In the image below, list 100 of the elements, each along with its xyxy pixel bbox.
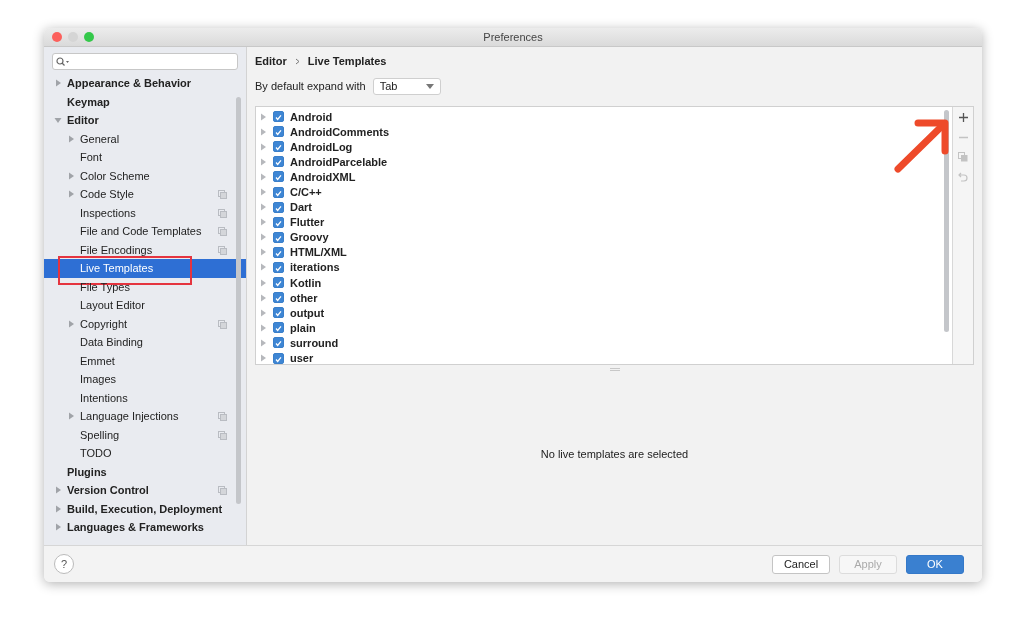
zoom-button[interactable] xyxy=(84,32,94,42)
template-group-name[interactable]: other xyxy=(290,291,318,304)
sidebar-item[interactable]: Spelling xyxy=(44,425,246,444)
undo-icon xyxy=(958,172,968,182)
sidebar-item[interactable]: Intentions xyxy=(44,388,246,407)
expand-arrow-icon[interactable] xyxy=(67,171,75,180)
expand-arrow-icon[interactable] xyxy=(67,319,75,328)
template-group-name[interactable]: Kotlin xyxy=(290,276,322,289)
sidebar-item[interactable]: Color Scheme xyxy=(44,166,246,185)
expand-arrow-icon[interactable] xyxy=(54,486,62,495)
dropdown-caret-icon xyxy=(425,83,434,89)
sidebar-item[interactable]: Plugins xyxy=(44,462,246,481)
sidebar-item[interactable]: Layout Editor xyxy=(44,296,246,315)
sidebar-item[interactable]: Images xyxy=(44,370,246,389)
expand-arrow-icon[interactable] xyxy=(259,233,267,242)
expand-arrow-icon[interactable] xyxy=(259,157,267,166)
template-group-name[interactable]: Groovy xyxy=(290,231,329,244)
sidebar-item[interactable]: Emmet xyxy=(44,351,246,370)
help-button[interactable]: ? xyxy=(54,554,74,574)
expand-arrow-icon[interactable] xyxy=(54,504,62,513)
splitter-handle[interactable] xyxy=(609,367,620,371)
sidebar-item[interactable]: Data Binding xyxy=(44,333,246,352)
checkbox[interactable] xyxy=(273,277,284,289)
checkbox[interactable] xyxy=(273,307,284,319)
template-group-name[interactable]: user xyxy=(290,352,314,365)
expand-arrow-icon[interactable] xyxy=(259,354,267,363)
expand-arrow-icon[interactable] xyxy=(67,134,75,143)
checkbox[interactable] xyxy=(273,337,284,349)
scrollbar[interactable] xyxy=(236,97,241,504)
sidebar-item[interactable]: File Encodings xyxy=(44,240,246,259)
expand-arrow-icon[interactable] xyxy=(67,190,75,199)
template-group-name[interactable]: AndroidParcelable xyxy=(290,155,388,168)
sidebar-item[interactable]: Version Control xyxy=(44,481,246,500)
collapse-arrow-icon[interactable] xyxy=(54,116,62,125)
sidebar-item[interactable]: Code Style xyxy=(44,185,246,204)
expand-arrow-icon[interactable] xyxy=(259,248,267,257)
search-field[interactable] xyxy=(52,53,238,70)
expand-arrow-icon[interactable] xyxy=(259,293,267,302)
sidebar-item[interactable]: Copyright xyxy=(44,314,246,333)
checkbox[interactable] xyxy=(273,216,284,228)
expand-arrow-icon[interactable] xyxy=(67,412,75,421)
template-group-name[interactable]: plain xyxy=(290,321,316,334)
template-group-name[interactable]: Dart xyxy=(290,201,312,214)
chevron-icon xyxy=(294,57,300,65)
template-group-name[interactable]: AndroidXML xyxy=(290,170,356,183)
sidebar-item[interactable]: Inspections xyxy=(44,203,246,222)
sidebar-item[interactable]: Keymap xyxy=(44,92,246,111)
checkbox[interactable] xyxy=(273,186,284,198)
expand-arrow-icon[interactable] xyxy=(259,142,267,151)
dialog-button[interactable]: Cancel xyxy=(772,554,830,574)
expand-arrow-icon[interactable] xyxy=(259,188,267,196)
expand-arrow-icon[interactable] xyxy=(259,172,267,181)
sidebar-item[interactable]: General xyxy=(44,129,246,148)
sidebar-item[interactable]: Font xyxy=(44,148,246,167)
expand-arrow-icon[interactable] xyxy=(259,263,267,272)
search-icon xyxy=(56,57,70,66)
expand-arrow-icon[interactable] xyxy=(54,523,62,532)
checkbox[interactable] xyxy=(273,246,284,258)
expand-dropdown[interactable]: Tab xyxy=(372,77,441,95)
sidebar-item[interactable]: File and Code Templates xyxy=(44,222,246,241)
sidebar-item[interactable]: Language Injections xyxy=(44,407,246,426)
template-group-name[interactable]: AndroidComments xyxy=(290,125,389,138)
expand-arrow-icon[interactable] xyxy=(259,308,267,317)
expand-arrow-icon[interactable] xyxy=(259,203,267,212)
template-group-name[interactable]: iterations xyxy=(290,261,340,274)
checkbox[interactable] xyxy=(273,171,284,183)
checkbox[interactable] xyxy=(273,111,284,123)
template-group-name[interactable]: Android xyxy=(290,110,333,123)
template-group-name[interactable]: output xyxy=(290,306,325,319)
checkbox[interactable] xyxy=(273,322,284,334)
checkbox[interactable] xyxy=(273,352,284,364)
template-group-name[interactable]: AndroidLog xyxy=(290,140,353,153)
sidebar-item[interactable]: Build, Execution, Deployment xyxy=(44,499,246,518)
sidebar-item[interactable]: Appearance & Behavior xyxy=(44,74,246,93)
checkbox[interactable] xyxy=(273,231,284,243)
expand-arrow-icon[interactable] xyxy=(54,79,62,88)
template-group-name[interactable]: surround xyxy=(290,336,339,349)
expand-arrow-icon[interactable] xyxy=(259,112,267,121)
sidebar-item[interactable]: Languages & Frameworks xyxy=(44,518,246,537)
sidebar-item[interactable]: Live Templates xyxy=(44,259,246,278)
close-button[interactable] xyxy=(52,32,62,42)
scrollbar[interactable] xyxy=(944,110,949,332)
expand-arrow-icon[interactable] xyxy=(259,338,267,347)
expand-arrow-icon[interactable] xyxy=(259,278,267,287)
dialog-button[interactable]: OK xyxy=(906,554,964,574)
checkbox[interactable] xyxy=(273,126,284,138)
template-group-name[interactable]: HTML/XML xyxy=(290,246,347,259)
checkbox[interactable] xyxy=(273,201,284,213)
checkbox[interactable] xyxy=(273,262,284,273)
sidebar-item[interactable]: TODO xyxy=(44,444,246,463)
sidebar-item[interactable]: Editor xyxy=(44,111,246,130)
checkbox[interactable] xyxy=(273,292,284,304)
checkbox[interactable] xyxy=(273,156,284,168)
breadcrumb-item: Editor xyxy=(255,55,287,67)
template-group-name[interactable]: Flutter xyxy=(290,216,325,229)
expand-arrow-icon[interactable] xyxy=(259,218,267,227)
template-group-name[interactable]: C/C++ xyxy=(290,186,322,198)
expand-arrow-icon[interactable] xyxy=(259,127,267,136)
expand-arrow-icon[interactable] xyxy=(259,323,267,332)
checkbox[interactable] xyxy=(273,141,284,153)
